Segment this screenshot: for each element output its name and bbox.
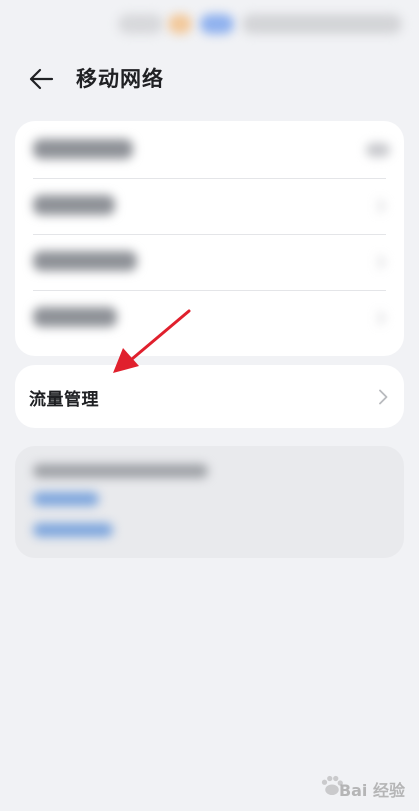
page-title: 移动网络 — [76, 67, 164, 91]
baidu-watermark: Bai 经验 — [295, 771, 405, 805]
chevron-right-icon — [377, 199, 386, 213]
blurred-link[interactable] — [33, 523, 113, 537]
settings-row[interactable] — [15, 123, 404, 179]
status-bar — [0, 0, 419, 52]
back-arrow-icon[interactable] — [26, 64, 56, 94]
blurred-row-label — [33, 195, 115, 215]
watermark-text: Bai 经验 — [338, 781, 405, 800]
blurred-link[interactable] — [33, 492, 99, 506]
flow-management-label: 流量管理 — [29, 390, 99, 410]
blurred-row-label — [33, 307, 117, 327]
blurred-info-text — [33, 464, 208, 478]
settings-row[interactable] — [15, 179, 404, 235]
status-icons — [200, 14, 234, 34]
status-icons — [242, 14, 402, 34]
flow-management-item[interactable]: 流量管理 — [15, 365, 404, 428]
chevron-right-icon — [379, 389, 388, 405]
status-icons — [168, 14, 192, 34]
chevron-right-icon — [377, 255, 386, 269]
blurred-row-label — [33, 139, 133, 159]
info-card — [15, 446, 404, 558]
page-header: 移动网络 — [0, 52, 419, 108]
chevron-right-icon — [377, 311, 386, 325]
blurred-toggle — [366, 143, 390, 157]
settings-row[interactable] — [15, 291, 404, 347]
status-icons — [118, 14, 163, 34]
settings-row[interactable] — [15, 235, 404, 291]
settings-card — [15, 121, 404, 356]
blurred-row-label — [33, 251, 137, 271]
